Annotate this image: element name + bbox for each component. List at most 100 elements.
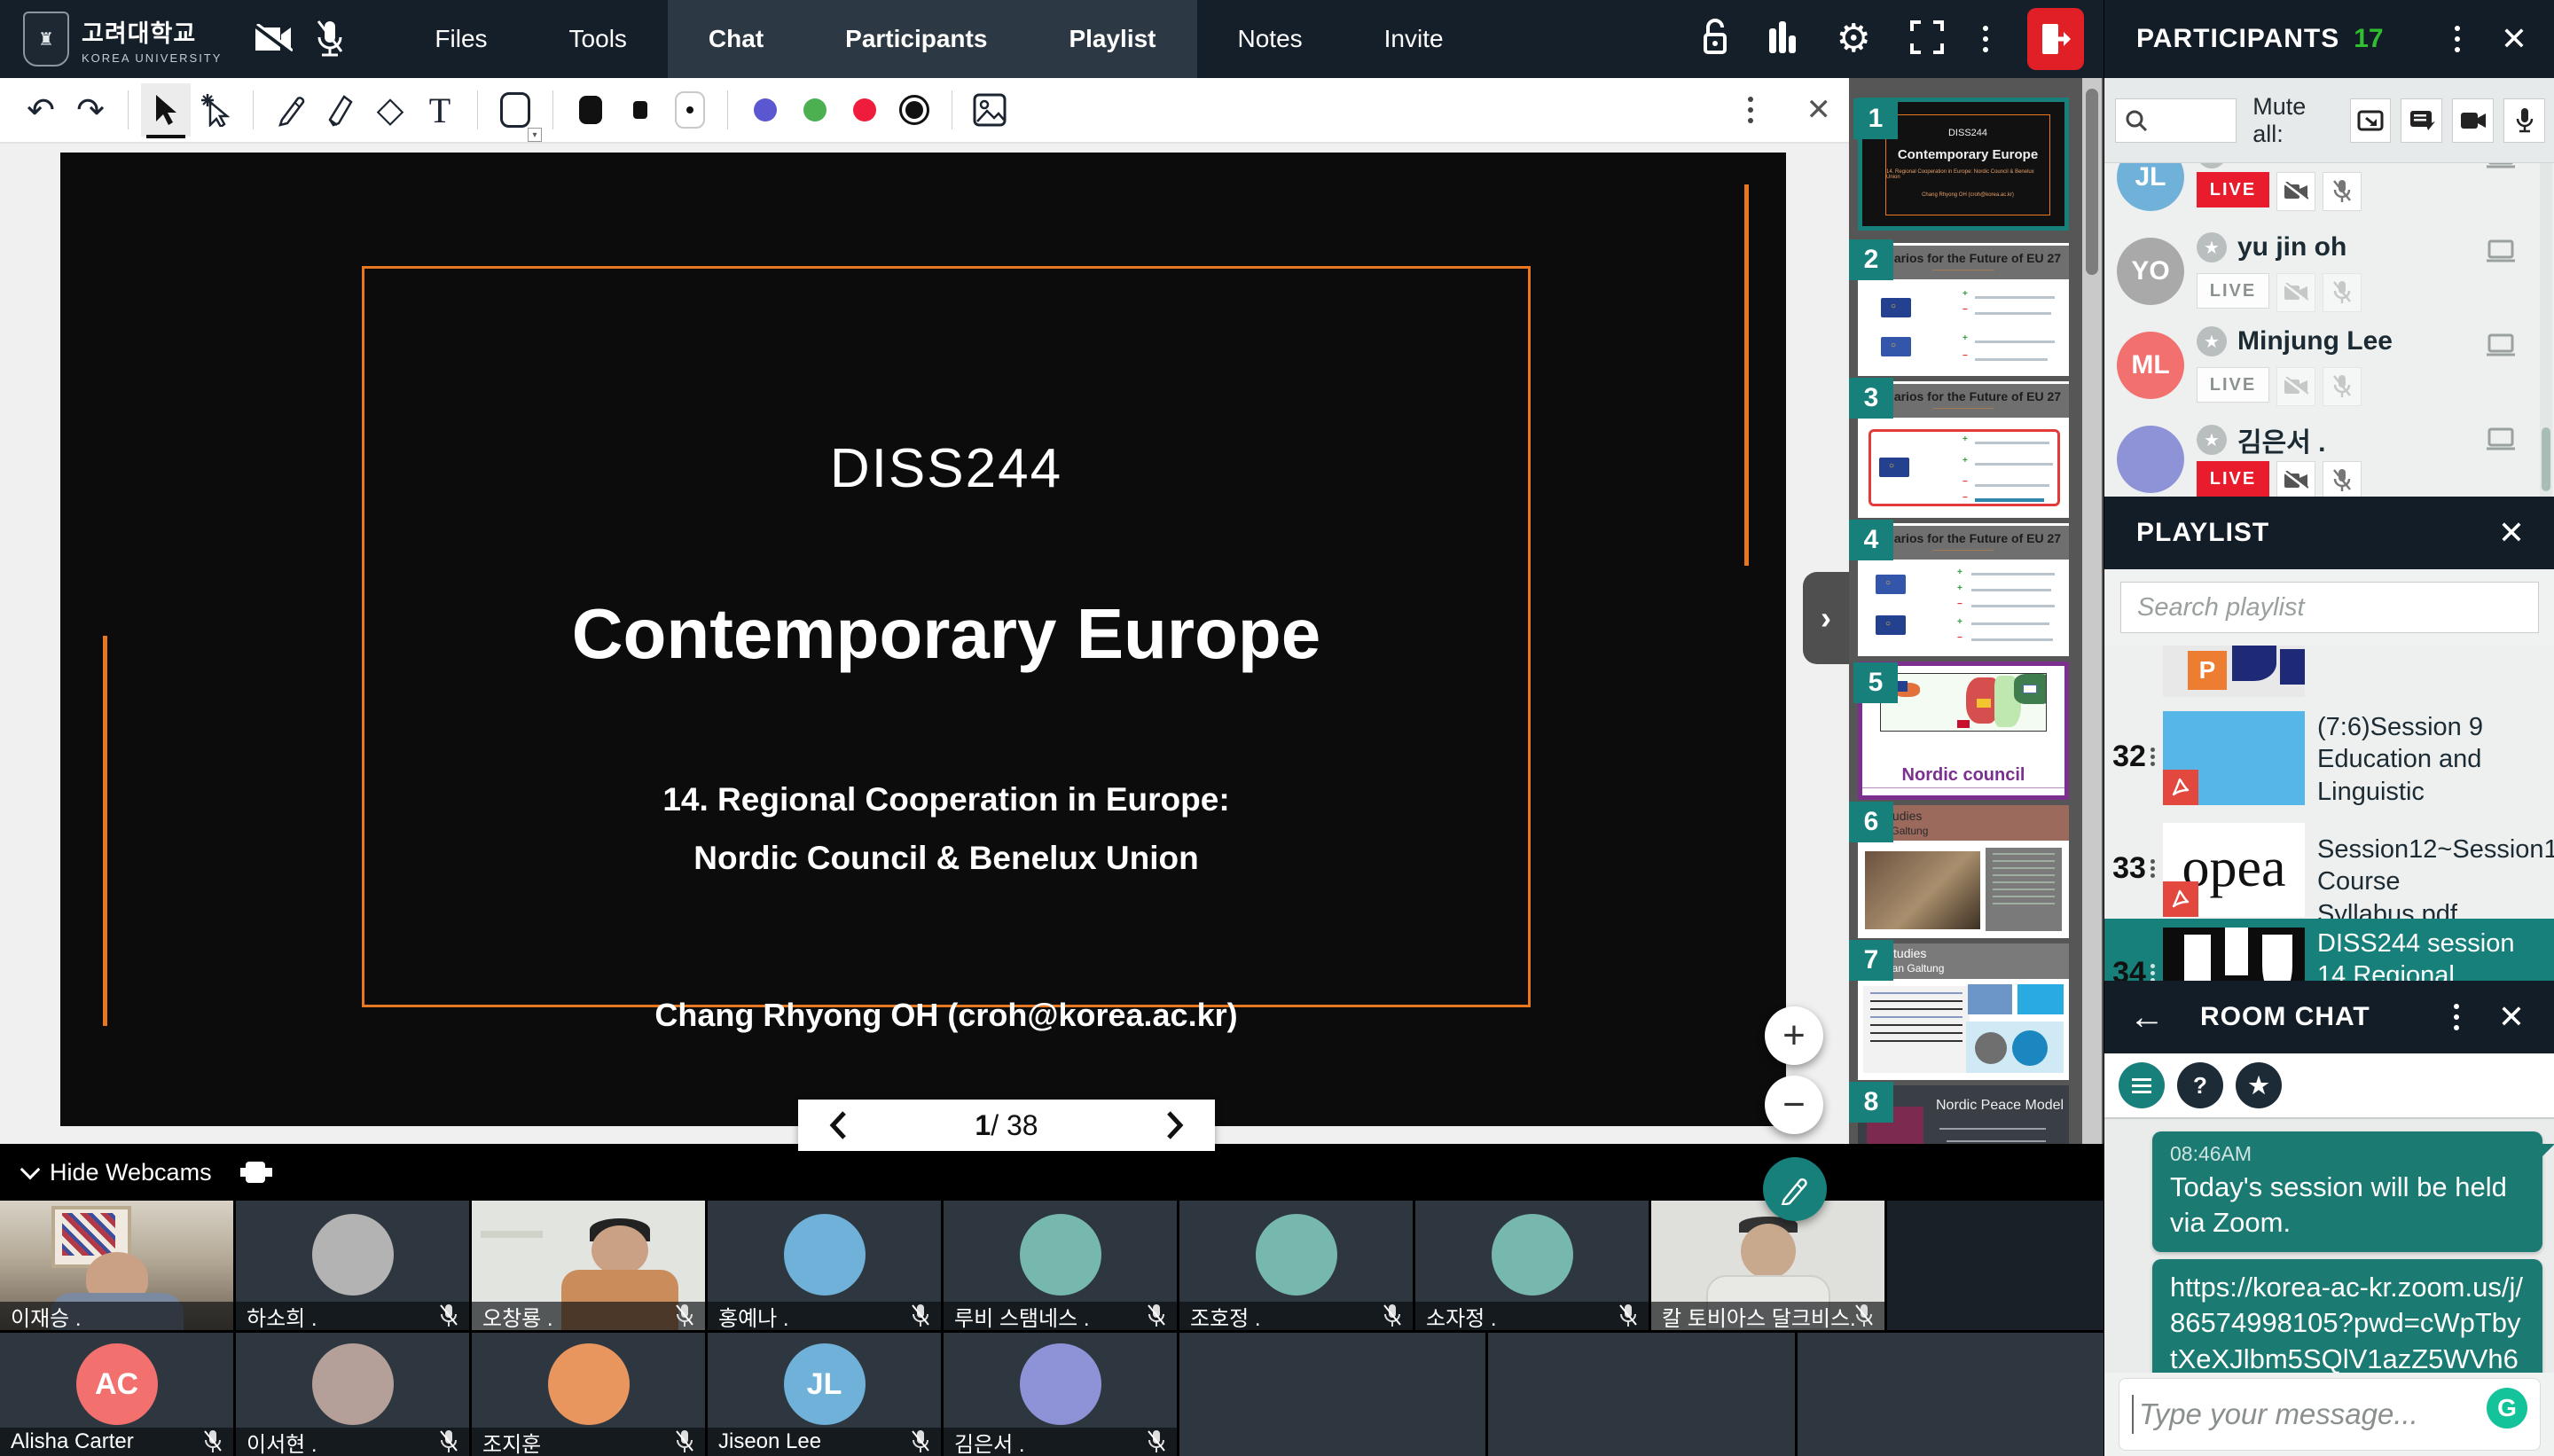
webcam-tile[interactable]: 조호정 .: [1179, 1201, 1413, 1330]
participant-row[interactable]: ML ★ Minjung Lee LIVE: [2104, 325, 2554, 419]
webcam-tile[interactable]: AC Alisha Carter: [0, 1333, 233, 1456]
menu-item-chat[interactable]: Chat: [668, 0, 804, 78]
back-arrow-icon[interactable]: ←: [2129, 998, 2165, 1037]
webcam-tile[interactable]: 김은서 .: [944, 1333, 1177, 1456]
chat-message-area[interactable]: 08:46AM Today's session will be held via…: [2104, 1119, 2554, 1373]
monitor-icon[interactable]: [2486, 163, 2516, 173]
lock-button[interactable]: [1702, 19, 1728, 60]
menu-item-tools[interactable]: Tools: [529, 0, 668, 78]
participant-camera-button[interactable]: [2276, 461, 2315, 497]
playlist-search-input[interactable]: Search playlist: [2120, 582, 2539, 633]
participant-row[interactable]: JL ★ Jiseon Lee LIVE: [2104, 163, 2554, 231]
participant-mic-button[interactable]: [2323, 367, 2362, 406]
shape-dropdown-caret[interactable]: ▾: [528, 128, 542, 142]
fullscreen-button[interactable]: [1910, 20, 1944, 59]
mic-off-button[interactable]: [302, 0, 358, 78]
participant-mic-button[interactable]: [2323, 172, 2362, 211]
chat-message-link[interactable]: https://korea-ac-kr.zoom.us/j/8657499810…: [2170, 1270, 2525, 1373]
webcam-tile[interactable]: 소자정 .: [1415, 1201, 1649, 1330]
chat-message-input[interactable]: Type your message... G: [2119, 1378, 2541, 1451]
zoom-out-button[interactable]: −: [1765, 1076, 1823, 1134]
stroke-width-dot-button[interactable]: [665, 83, 715, 137]
menu-item-participants[interactable]: Participants: [804, 0, 1028, 78]
slide-thumbnail-4[interactable]: 4 scenarios for the Future of EU 27─────…: [1858, 523, 2069, 656]
color-blue-button[interactable]: [740, 83, 790, 137]
color-red-button[interactable]: [840, 83, 889, 137]
next-slide-button[interactable]: [1165, 1110, 1185, 1140]
mute-all-screens-button[interactable]: [2350, 98, 2392, 143]
hide-webcams-toggle[interactable]: Hide Webcams: [50, 1159, 212, 1186]
slide-thumbnail-8[interactable]: 8 Nordic Peace Model: [1858, 1085, 2069, 1144]
pen-tool-button[interactable]: [266, 83, 316, 137]
menu-item-notes[interactable]: Notes: [1197, 0, 1344, 78]
more-options-button[interactable]: [1983, 26, 1988, 52]
slide-thumbnail-2[interactable]: 2 scenarios for the Future of EU 27─────…: [1858, 243, 2069, 376]
slide-thumbnail-1[interactable]: 1 DISS244 Contemporary Europe 14. Region…: [1858, 98, 2069, 231]
live-badge[interactable]: LIVE: [2197, 461, 2269, 497]
chat-messages-button[interactable]: [2119, 1062, 2165, 1108]
thumbnail-scrollbar[interactable]: [2082, 78, 2102, 1144]
insert-image-button[interactable]: [965, 83, 1015, 137]
thumbnail-panel-toggle[interactable]: ›: [1803, 572, 1849, 664]
participants-more-button[interactable]: [2455, 26, 2460, 52]
participant-camera-button[interactable]: [2276, 172, 2315, 211]
color-black-selected-button[interactable]: [889, 83, 939, 137]
slide-thumbnail-6[interactable]: 6 e Studies han Galtung: [1858, 805, 2069, 938]
text-tool-button[interactable]: T: [415, 83, 465, 137]
menu-item-playlist[interactable]: Playlist: [1028, 0, 1196, 78]
favorites-button[interactable]: ★: [2236, 1062, 2282, 1108]
monitor-icon[interactable]: [2486, 333, 2516, 361]
monitor-icon[interactable]: [2486, 427, 2516, 455]
webcam-tile[interactable]: 이서현 .: [236, 1333, 469, 1456]
live-badge[interactable]: LIVE: [2197, 273, 2269, 309]
select-tool-button[interactable]: [141, 83, 191, 137]
help-button[interactable]: ?: [2177, 1062, 2223, 1108]
chat-close-button[interactable]: ✕: [2498, 998, 2525, 1036]
menu-item-invite[interactable]: Invite: [1344, 0, 1485, 78]
settings-button[interactable]: ⚙: [1837, 20, 1871, 59]
participant-mic-button[interactable]: [2323, 461, 2362, 497]
playlist-item-more-button[interactable]: [2151, 745, 2155, 769]
live-badge[interactable]: LIVE: [2197, 172, 2269, 207]
webcam-tile[interactable]: 하소희 .: [236, 1201, 469, 1330]
slide-thumbnail-5[interactable]: 5 Nordic council: [1858, 661, 2069, 800]
chat-more-button[interactable]: [2454, 1004, 2459, 1030]
slide-thumbnail-3[interactable]: 3 scenarios for the Future of EU 27─────…: [1858, 381, 2069, 518]
playlist-item[interactable]: 32 (7:6)Session 9 Education and Linguist…: [2104, 702, 2554, 814]
toolbar-more-button[interactable]: [1748, 97, 1753, 123]
stroke-width-large-button[interactable]: [566, 83, 615, 137]
webcam-tile[interactable]: 칼 토비아스 달크비스...: [1651, 1201, 1884, 1330]
previous-slide-button[interactable]: [828, 1110, 848, 1140]
webcam-tile[interactable]: 홍예나 .: [708, 1201, 941, 1330]
camera-off-button[interactable]: [245, 0, 302, 78]
stroke-width-small-button[interactable]: [615, 83, 665, 137]
playlist-item-partial[interactable]: P: [2104, 646, 2554, 702]
participant-camera-button[interactable]: [2276, 273, 2315, 312]
webcam-tile[interactable]: 이재승 .: [0, 1201, 233, 1330]
menu-item-files[interactable]: Files: [394, 0, 528, 78]
zoom-in-button[interactable]: +: [1765, 1006, 1823, 1065]
color-green-button[interactable]: [790, 83, 840, 137]
participant-mic-button[interactable]: [2323, 273, 2362, 312]
playlist-close-button[interactable]: ✕: [2498, 514, 2525, 552]
highlighter-tool-button[interactable]: [316, 83, 365, 137]
leave-room-button[interactable]: [2027, 8, 2084, 70]
stats-button[interactable]: [1767, 20, 1798, 59]
mute-all-chat-button[interactable]: [2401, 98, 2442, 143]
eraser-tool-button[interactable]: ◇: [365, 83, 415, 137]
participants-close-button[interactable]: ✕: [2501, 20, 2527, 58]
participant-camera-button[interactable]: [2276, 367, 2315, 406]
draw-mode-button[interactable]: [1763, 1157, 1827, 1221]
webcam-tile[interactable]: 오창룡 .: [472, 1201, 705, 1330]
live-badge[interactable]: LIVE: [2197, 367, 2269, 403]
monitor-icon[interactable]: [2486, 239, 2516, 267]
mute-all-cameras-button[interactable]: [2452, 98, 2494, 143]
playlist-item[interactable]: 33 opea DISS244 session 14 Regional coop…: [2104, 814, 2554, 919]
webcam-tile[interactable]: 조지훈: [472, 1333, 705, 1456]
participant-row[interactable]: YO ★ yu jin oh LIVE: [2104, 231, 2554, 325]
participant-row[interactable]: ★ 김은서 . LIVE: [2104, 419, 2554, 497]
webcam-tile[interactable]: 루비 스탬네스 .: [944, 1201, 1177, 1330]
shape-tool-button[interactable]: ▾: [490, 83, 540, 137]
participants-search-input[interactable]: [2115, 98, 2237, 143]
redo-button[interactable]: ↷: [66, 83, 115, 137]
